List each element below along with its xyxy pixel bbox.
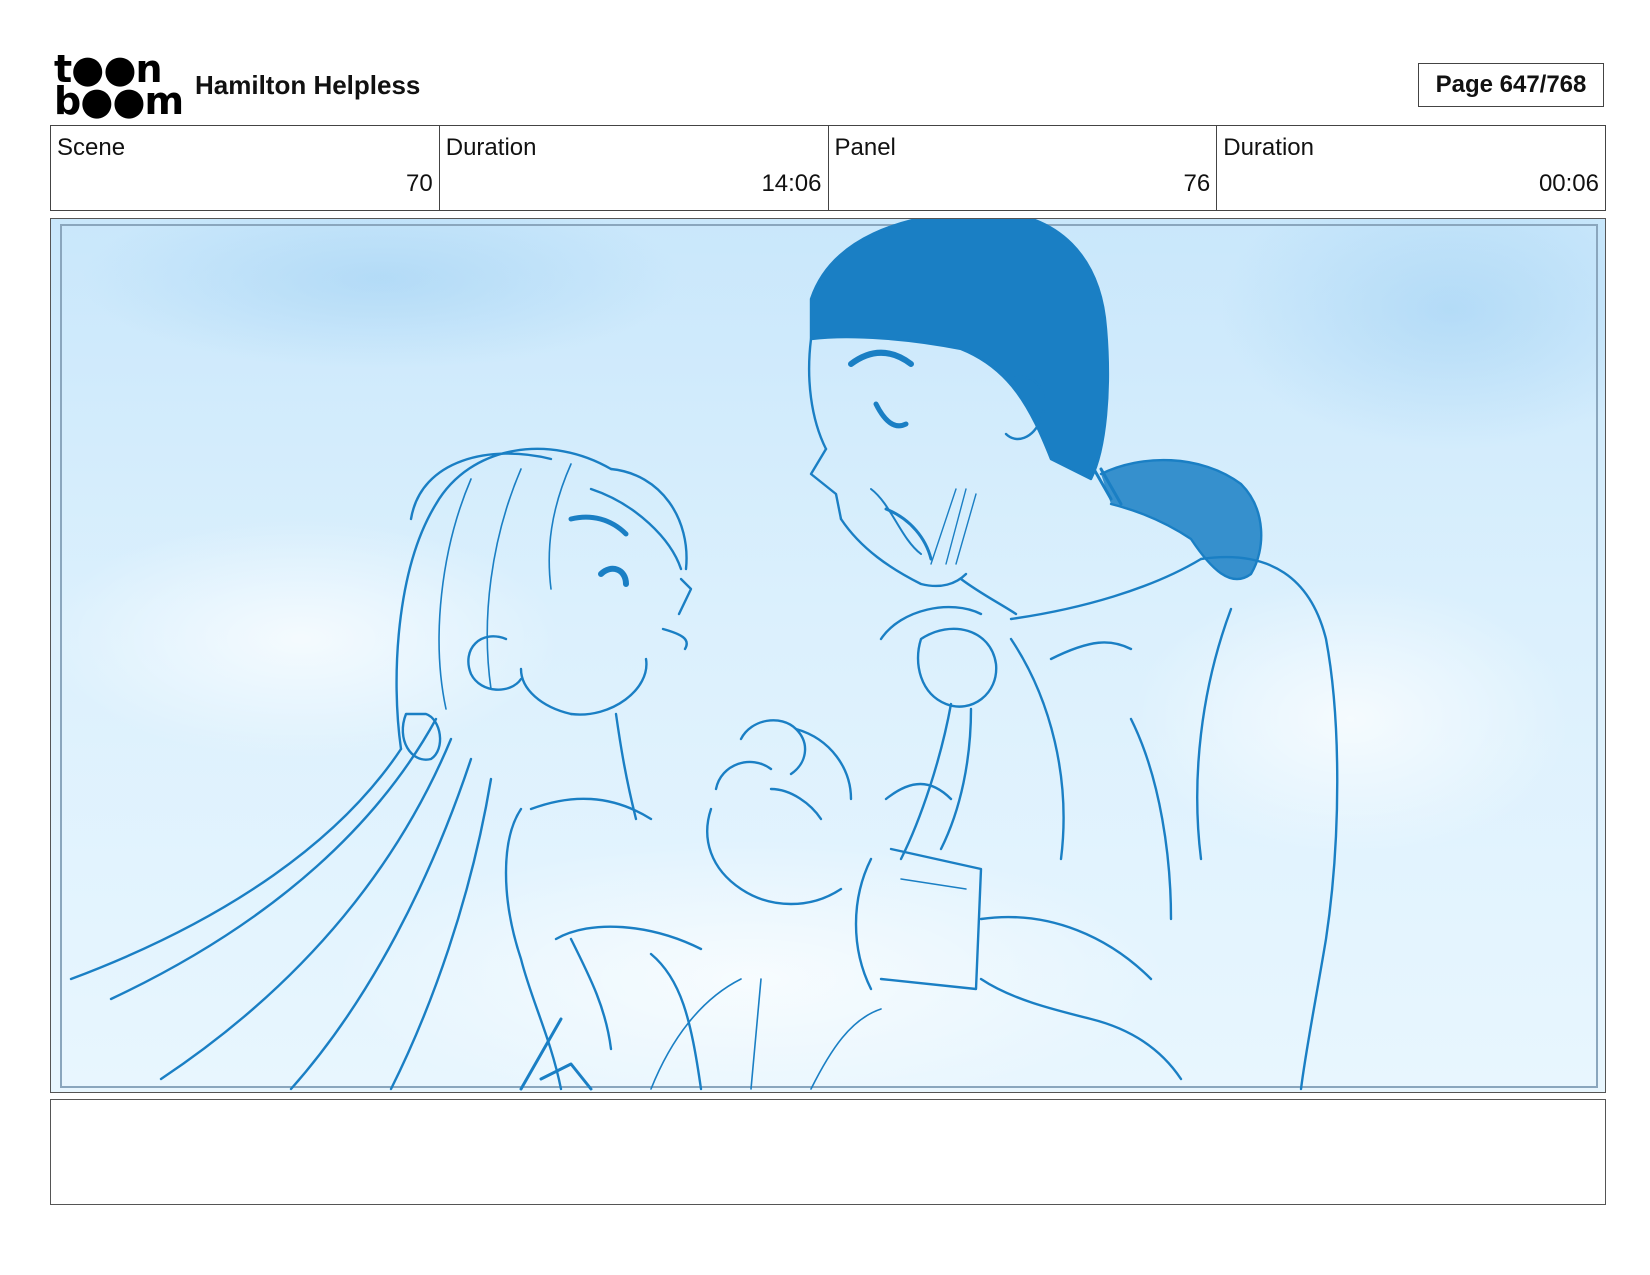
panel-value: 76: [1183, 170, 1211, 197]
scene-duration-value: 14:06: [761, 170, 822, 197]
page-indicator: Page 647/768: [1418, 63, 1604, 107]
scene-value: 70: [406, 170, 433, 197]
panel-label: Panel: [834, 134, 896, 161]
scene-label: Scene: [57, 134, 126, 161]
toon-boom-logo: t●●n b●●m: [54, 47, 184, 123]
scene-cell: Scene 70: [51, 126, 440, 210]
panel-cell: Panel 76: [829, 126, 1218, 210]
storyboard-sketch-image: [51, 219, 1605, 1092]
panel-duration-label: Duration: [1223, 134, 1314, 161]
document-title: Hamilton Helpless: [195, 70, 421, 100]
scene-duration-label: Duration: [445, 134, 537, 161]
scene-duration-cell: Duration 14:06: [440, 126, 829, 210]
panel-duration-cell: Duration 00:06: [1217, 126, 1605, 210]
panel-duration-value: 00:06: [1538, 170, 1599, 197]
storyboard-panel-image: [50, 218, 1606, 1093]
panel-info-table: Scene 70 Duration 14:06 Panel 76 Duratio…: [50, 125, 1606, 211]
panel-caption-box: [50, 1099, 1606, 1205]
